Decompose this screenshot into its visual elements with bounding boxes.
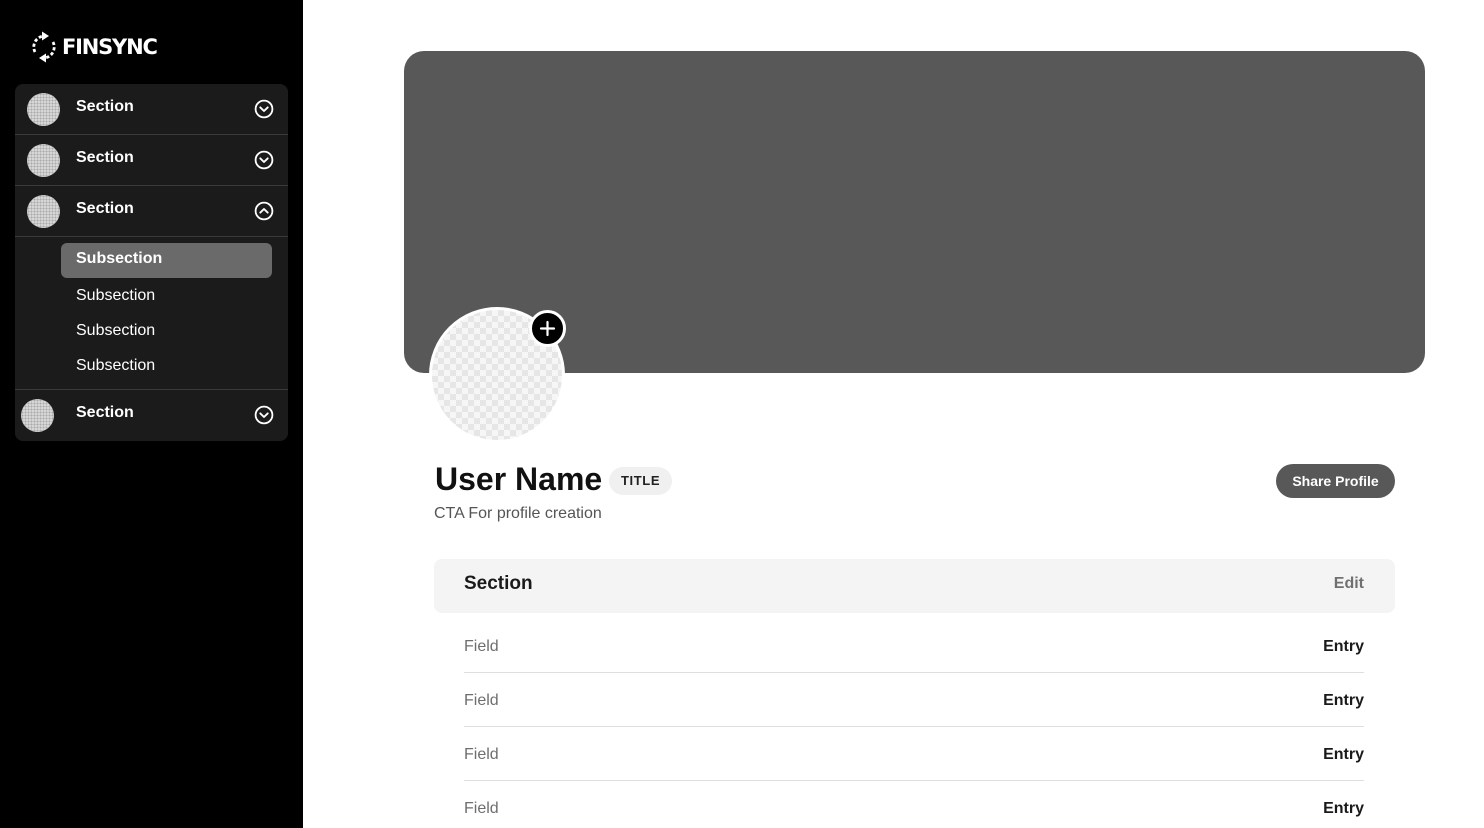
chevron-down-circle-icon[interactable] [254, 99, 274, 119]
subsection-item[interactable]: Subsection [76, 357, 155, 375]
sidebar-section-label: Section [76, 404, 134, 421]
section-avatar [21, 399, 54, 432]
section-avatar [27, 93, 60, 126]
field-row: Field Entry [464, 673, 1364, 727]
profile-cta: CTA For profile creation [434, 505, 602, 522]
field-label: Field [464, 638, 499, 655]
details-section-header: Section Edit [434, 559, 1395, 613]
field-entry: Entry [1323, 638, 1364, 655]
field-entry: Entry [1323, 800, 1364, 817]
chevron-up-circle-icon[interactable] [254, 201, 274, 221]
chevron-down-circle-icon[interactable] [254, 405, 274, 425]
user-name: User Name [435, 461, 603, 497]
sidebar-section-2[interactable]: Section [15, 135, 288, 186]
subsection-item[interactable]: Subsection [76, 322, 155, 340]
field-entry: Entry [1323, 692, 1364, 709]
field-row: Field Entry [464, 727, 1364, 781]
sidebar-section-3[interactable]: Section [15, 186, 288, 237]
subsection-item[interactable]: Subsection [76, 287, 155, 305]
title-badge: TITLE [609, 467, 673, 495]
field-entry: Entry [1323, 746, 1364, 763]
sidebar: FINSYNC Section Section Section Subsecti… [0, 0, 303, 828]
plus-icon [539, 320, 556, 337]
section-avatar [27, 195, 60, 228]
field-row: Field Entry [464, 781, 1364, 828]
chevron-down-circle-icon[interactable] [254, 150, 274, 170]
sidebar-nav: Section Section Section Subsection Subse… [15, 84, 288, 441]
sidebar-section-4[interactable]: Section [15, 390, 288, 441]
field-label: Field [464, 800, 499, 817]
sync-arrows-icon [32, 31, 56, 63]
share-profile-button[interactable]: Share Profile [1276, 464, 1395, 498]
section-avatar [27, 144, 60, 177]
sidebar-section-label: Section [76, 149, 134, 166]
subsection-list: Subsection Subsection Subsection Subsect… [15, 237, 288, 390]
sidebar-section-1[interactable]: Section [15, 84, 288, 135]
add-photo-button[interactable] [529, 310, 566, 347]
app-root: FINSYNC Section Section Section Subsecti… [0, 0, 1484, 828]
field-label: Field [464, 692, 499, 709]
subsection-item-active[interactable]: Subsection [61, 243, 272, 278]
edit-button[interactable]: Edit [1334, 575, 1364, 593]
field-label: Field [464, 746, 499, 763]
sidebar-section-label: Section [76, 200, 134, 217]
logo[interactable]: FINSYNC [29, 30, 158, 64]
details-section-title: Section [464, 573, 533, 594]
field-row: Field Entry [464, 619, 1364, 673]
brand-name: FINSYNC [62, 35, 158, 59]
sidebar-section-label: Section [76, 98, 134, 115]
